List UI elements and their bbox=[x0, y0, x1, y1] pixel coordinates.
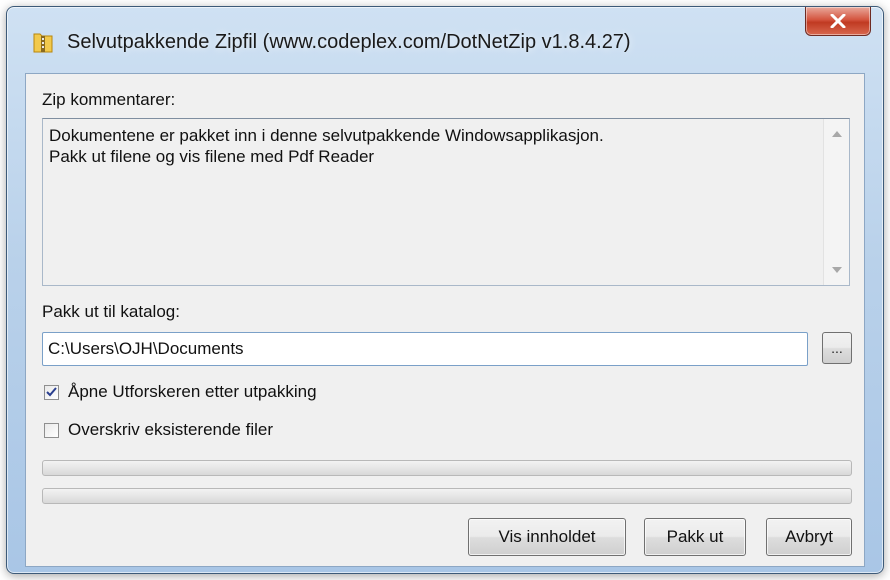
progress-bar-1 bbox=[42, 460, 852, 476]
open-explorer-label: Åpne Utforskeren etter utpakking bbox=[68, 382, 317, 401]
close-icon bbox=[830, 14, 846, 28]
checkmark-icon bbox=[46, 387, 57, 397]
zip-folder-icon bbox=[33, 29, 53, 53]
show-contents-button[interactable]: Vis innholdet bbox=[468, 518, 626, 556]
comments-label: Zip kommentarer: bbox=[42, 90, 176, 109]
progress-bar-2 bbox=[42, 488, 852, 504]
open-explorer-option[interactable]: Åpne Utforskeren etter utpakking bbox=[44, 381, 317, 403]
extract-path-input[interactable] bbox=[42, 332, 808, 366]
close-button[interactable] bbox=[805, 7, 871, 36]
window-title: Selvutpakkende Zipfil (www.codeplex.com/… bbox=[67, 31, 631, 53]
comments-scrollbar[interactable] bbox=[823, 119, 849, 285]
comments-textbox[interactable]: Dokumentene er pakket inn i denne selvut… bbox=[42, 118, 850, 286]
dialog-body: Zip kommentarer: Dokumentene er pakket i… bbox=[25, 73, 865, 567]
scroll-up-arrow-icon[interactable] bbox=[824, 123, 850, 145]
cancel-button[interactable]: Avbryt bbox=[766, 518, 852, 556]
extract-button[interactable]: Pakk ut bbox=[644, 518, 746, 556]
browse-button[interactable]: ... bbox=[822, 332, 852, 364]
scroll-down-arrow-icon[interactable] bbox=[824, 259, 850, 281]
open-explorer-checkbox[interactable] bbox=[44, 384, 59, 400]
extract-path-label: Pakk ut til katalog: bbox=[42, 302, 180, 321]
overwrite-files-checkbox[interactable] bbox=[44, 422, 59, 438]
comments-text: Dokumentene er pakket inn i denne selvut… bbox=[49, 126, 604, 166]
overwrite-files-option[interactable]: Overskriv eksisterende filer bbox=[44, 419, 273, 441]
title-bar[interactable]: Selvutpakkende Zipfil (www.codeplex.com/… bbox=[7, 7, 883, 71]
dialog-window: Selvutpakkende Zipfil (www.codeplex.com/… bbox=[6, 6, 884, 574]
overwrite-files-label: Overskriv eksisterende filer bbox=[68, 420, 274, 439]
